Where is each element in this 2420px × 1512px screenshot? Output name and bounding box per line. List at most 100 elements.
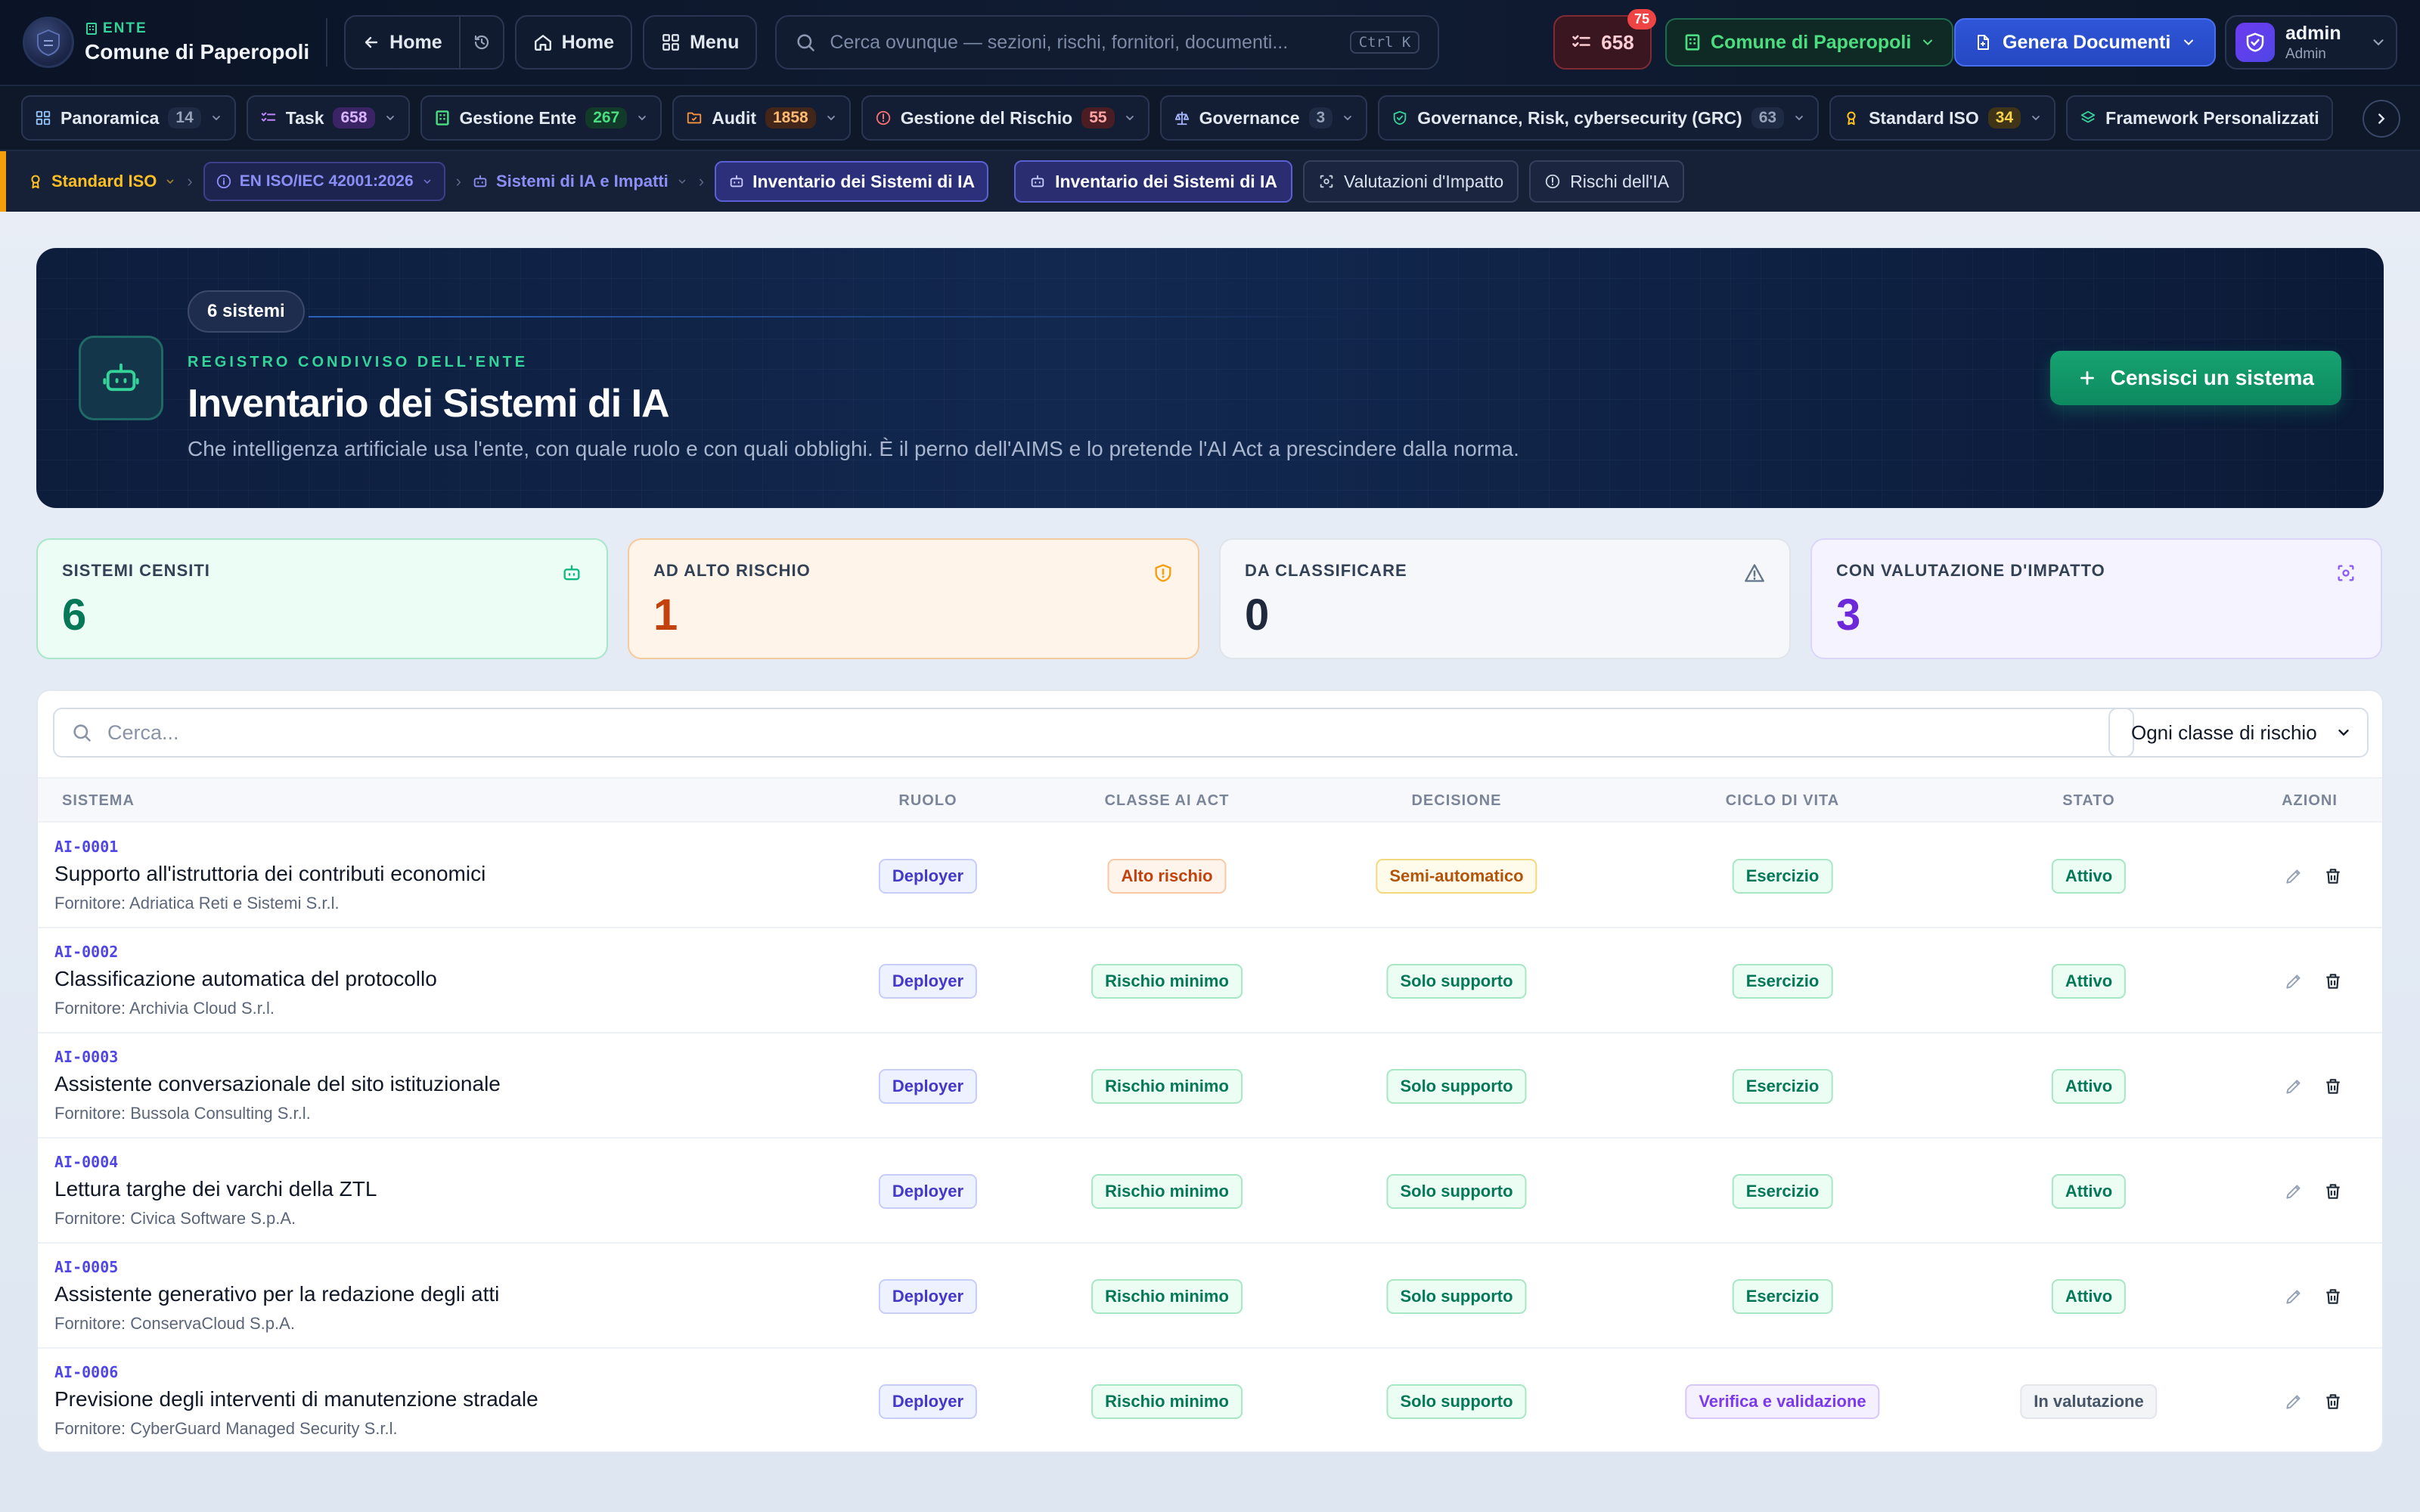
module-tab-label: Governance, Risk, cybersecurity (GRC)	[1417, 107, 1742, 128]
module-tab-panoramica[interactable]: Panoramica 14	[21, 95, 236, 141]
kpi-label: CON VALUTAZIONE D'IMPATTO	[1836, 561, 2105, 580]
module-tab-audit[interactable]: Audit 1858	[672, 95, 851, 141]
user-role: Admin	[2285, 45, 2326, 62]
breadcrumb-standard[interactable]: EN ISO/IEC 42001:2026	[203, 162, 445, 201]
lifecycle-badge: Esercizio	[1732, 1279, 1833, 1314]
menu-button[interactable]: Menu	[643, 15, 758, 70]
system-code[interactable]: AI-0001	[54, 838, 118, 856]
trash-icon	[2326, 1289, 2340, 1304]
edit-button[interactable]	[2281, 1179, 2307, 1204]
system-title[interactable]: Assistente conversazionale del sito isti…	[54, 1072, 501, 1096]
column-header[interactable]: STATO	[2062, 792, 2114, 810]
chevron-down-icon	[2373, 39, 2384, 46]
column-header[interactable]: AZIONI	[2282, 792, 2338, 810]
system-title[interactable]: Assistente generativo per la redazione d…	[54, 1282, 499, 1306]
add-system-button[interactable]: Censisci un sistema	[2049, 351, 2341, 405]
system-provider: Fornitore: Bussola Consulting S.r.l.	[54, 1104, 311, 1123]
system-title[interactable]: Lettura targhe dei varchi della ZTL	[54, 1177, 377, 1201]
table-search-input[interactable]: Cerca...	[53, 708, 2134, 758]
kpi-label: DA CLASSIFICARE	[1245, 561, 1407, 580]
risk-class-filter[interactable]: Ogni classe di rischio	[2108, 708, 2369, 758]
table-row[interactable]: AI-0006 Previsione degli interventi di m…	[38, 1349, 2382, 1452]
table-row[interactable]: AI-0003 Assistente conversazionale del s…	[38, 1034, 2382, 1139]
breadcrumb-section[interactable]: Sistemi di IA e Impatti	[472, 172, 688, 191]
delete-button[interactable]	[2320, 1179, 2346, 1204]
ente-name: Comune di Paperopoli	[85, 40, 310, 64]
chevron-right-icon	[2378, 113, 2385, 124]
tab-valutazioni-label: Valutazioni d'Impatto	[1344, 171, 1504, 191]
chevron-down-icon	[678, 179, 686, 184]
column-header[interactable]: CICLO DI VITA	[1726, 792, 1839, 810]
trash-icon	[2326, 1394, 2340, 1409]
tab-valutazioni[interactable]: Valutazioni d'Impatto	[1303, 160, 1519, 203]
edit-button[interactable]	[2281, 1389, 2307, 1414]
page-subtitle: Che intelligenza artificiale usa l'ente,…	[188, 437, 1519, 460]
edit-button[interactable]	[2281, 1284, 2307, 1309]
module-tab-task[interactable]: Task 658	[246, 95, 410, 141]
task-count: 658	[1601, 30, 1634, 54]
delete-button[interactable]	[2320, 1284, 2346, 1309]
award-icon	[31, 175, 40, 189]
column-header[interactable]: RUOLO	[898, 792, 957, 810]
ente-logo[interactable]	[23, 17, 74, 68]
table-row[interactable]: AI-0002 Classificazione automatica del p…	[38, 929, 2382, 1033]
module-tab-gestione-ente[interactable]: Gestione Ente 267	[420, 95, 662, 141]
module-tab-standard-iso[interactable]: Standard ISO 34	[1829, 95, 2056, 141]
system-code[interactable]: AI-0004	[54, 1153, 118, 1171]
column-header[interactable]: SISTEMA	[62, 792, 135, 810]
history-button[interactable]	[458, 17, 503, 68]
module-tab-framework-personalizzati[interactable]: Framework Personalizzati	[2066, 95, 2333, 141]
pencil-icon	[2286, 1080, 2301, 1094]
module-tab-gestione-del-rischio[interactable]: Gestione del Rischio 55	[861, 95, 1150, 141]
risk-class-badge: Rischio minimo	[1091, 1384, 1243, 1419]
tasks-button[interactable]: 658 75	[1553, 9, 1656, 70]
breadcrumb-standard-label: EN ISO/IEC 42001:2026	[239, 172, 414, 190]
ente-selector[interactable]: Comune di Paperopoli	[1665, 18, 1954, 67]
delete-button[interactable]	[2320, 1389, 2346, 1414]
breadcrumb-root[interactable]: Standard ISO	[27, 172, 176, 191]
add-system-label: Censisci un sistema	[2110, 366, 2314, 389]
lifecycle-badge: Verifica e validazione	[1685, 1384, 1880, 1419]
generate-documents-button[interactable]: Genera Documenti	[1954, 18, 2217, 67]
table-row[interactable]: AI-0004 Lettura targhe dei varchi della …	[38, 1139, 2382, 1244]
user-name: admin	[2285, 22, 2341, 44]
system-title[interactable]: Classificazione automatica del protocoll…	[54, 967, 437, 991]
back-home-button[interactable]: Home	[346, 17, 458, 68]
system-code[interactable]: AI-0005	[54, 1258, 118, 1276]
alert-circle-icon	[1545, 174, 1560, 189]
system-title[interactable]: Supporto all'istruttoria dei contributi …	[54, 862, 486, 886]
column-header[interactable]: CLASSE AI ACT	[1105, 792, 1230, 810]
table-row[interactable]: AI-0005 Assistente generativo per la red…	[38, 1244, 2382, 1349]
chevron-down-icon	[1923, 39, 1933, 45]
edit-button[interactable]	[2281, 968, 2307, 994]
system-code[interactable]: AI-0002	[54, 943, 118, 961]
module-tab-governance-risk-cybersecurity-grc[interactable]: Governance, Risk, cybersecurity (GRC) 63	[1378, 95, 1820, 141]
tab-rischi[interactable]: Rischi dell'IA	[1529, 160, 1685, 203]
status-badge: In valutazione	[2020, 1384, 2158, 1419]
delete-button[interactable]	[2320, 863, 2346, 889]
search-icon	[73, 724, 91, 742]
global-search-input[interactable]: Cerca ovunque — sezioni, rischi, fornito…	[775, 15, 1440, 70]
column-header[interactable]: DECISIONE	[1411, 792, 1501, 810]
module-tab-governance[interactable]: Governance 3	[1159, 95, 1368, 141]
system-title[interactable]: Previsione degli interventi di manutenzi…	[54, 1387, 538, 1411]
generate-documents-label: Genera Documenti	[2003, 31, 2171, 53]
delete-button[interactable]	[2320, 1074, 2346, 1099]
search-icon	[797, 34, 815, 51]
pencil-icon	[2286, 1395, 2301, 1409]
decision-badge: Solo supporto	[1386, 1069, 1527, 1104]
delete-button[interactable]	[2320, 968, 2346, 994]
building-icon	[86, 23, 97, 35]
tab-inventario[interactable]: Inventario dei Sistemi di IA	[1014, 160, 1293, 203]
module-scroll-right-button[interactable]	[2363, 100, 2400, 138]
kpi-value: 3	[1836, 590, 1861, 640]
status-badge: Attivo	[2051, 1069, 2127, 1104]
system-code[interactable]: AI-0003	[54, 1048, 118, 1066]
edit-button[interactable]	[2281, 1074, 2307, 1099]
user-menu[interactable]: admin Admin	[2225, 15, 2397, 70]
home-button[interactable]: Home	[514, 15, 633, 70]
edit-button[interactable]	[2281, 863, 2307, 889]
table-row[interactable]: AI-0001 Supporto all'istruttoria dei con…	[38, 824, 2382, 928]
module-tab-count: 63	[1751, 107, 1785, 129]
system-code[interactable]: AI-0006	[54, 1363, 118, 1381]
